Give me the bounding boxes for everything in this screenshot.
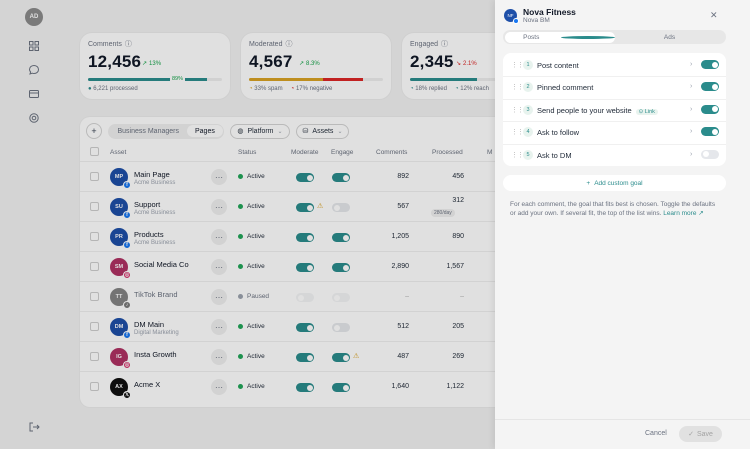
plus-icon: + (586, 179, 591, 187)
chevron-right-icon[interactable]: › (690, 61, 692, 68)
chevron-right-icon[interactable]: › (690, 128, 692, 135)
goal-toggle[interactable] (701, 82, 719, 92)
chevron-right-icon[interactable]: › (690, 151, 692, 158)
goal-toggle[interactable] (701, 60, 719, 69)
facebook-icon (513, 18, 519, 24)
goal-label: Send people to your website ⊙ Link (537, 106, 658, 115)
help-text: For each comment, the goal that fits bes… (510, 201, 716, 217)
tab-ads[interactable]: Ads (615, 32, 725, 43)
panel-tabs: Posts Ads (503, 30, 726, 44)
active-dot-icon (561, 35, 615, 39)
drag-handle-icon[interactable]: ⋮⋮ (511, 83, 524, 91)
goal-item[interactable]: ⋮⋮ 2 Pinned comment › (503, 76, 726, 98)
goal-item[interactable]: ⋮⋮ 3 Send people to your website ⊙ Link › (503, 99, 726, 121)
cancel-button[interactable]: Cancel (645, 430, 667, 437)
goal-number: 4 (523, 127, 533, 138)
drag-handle-icon[interactable]: ⋮⋮ (511, 61, 524, 69)
panel-subtitle: Nova BM (523, 17, 550, 24)
goal-label: Ask to DM (537, 150, 572, 160)
app: AD Comments ⓘ 12,456 ↗ 13% 89% ● 6,221 pro… (0, 0, 750, 449)
goal-number: 5 (523, 149, 533, 160)
goal-label: Pinned comment (537, 83, 594, 93)
panel-footer: Cancel ✓ Save (495, 419, 750, 449)
add-custom-goal-button[interactable]: + Add custom goal (503, 175, 726, 191)
goal-toggle[interactable] (701, 127, 719, 137)
drag-handle-icon[interactable]: ⋮⋮ (511, 106, 524, 114)
drag-handle-icon[interactable]: ⋮⋮ (511, 151, 524, 159)
goal-item[interactable]: ⋮⋮ 4 Ask to follow › (503, 121, 726, 143)
goal-number: 1 (523, 60, 533, 70)
chevron-right-icon[interactable]: › (690, 83, 692, 90)
account-avatar: NF (504, 9, 519, 24)
goal-label: Ask to follow (537, 128, 580, 138)
chevron-right-icon[interactable]: › (690, 106, 692, 113)
learn-more-link[interactable]: Learn more ↗ (663, 210, 704, 217)
link-badge: ⊙ Link (635, 108, 658, 115)
panel-title: Nova Fitness (523, 7, 576, 17)
goal-number: 3 (523, 104, 533, 115)
close-icon[interactable]: ✕ (710, 10, 718, 21)
goal-toggle[interactable] (701, 149, 719, 159)
tab-posts[interactable]: Posts (504, 31, 615, 43)
goal-item[interactable]: ⋮⋮ 1 Post content › (503, 54, 726, 76)
goals-panel: NF Nova Fitness Nova BM ✕ Posts Ads ⋮⋮ 1… (495, 0, 750, 449)
goals-list: ⋮⋮ 1 Post content › ⋮⋮ 2 Pinned comment … (503, 53, 726, 166)
goal-item[interactable]: ⋮⋮ 5 Ask to DM › (503, 144, 726, 166)
drag-handle-icon[interactable]: ⋮⋮ (511, 128, 524, 136)
goal-number: 2 (523, 82, 533, 93)
save-button[interactable]: ✓ Save (679, 426, 722, 442)
check-icon: ✓ (688, 431, 694, 438)
goal-label: Post content (537, 61, 579, 70)
goal-toggle[interactable] (701, 104, 719, 114)
